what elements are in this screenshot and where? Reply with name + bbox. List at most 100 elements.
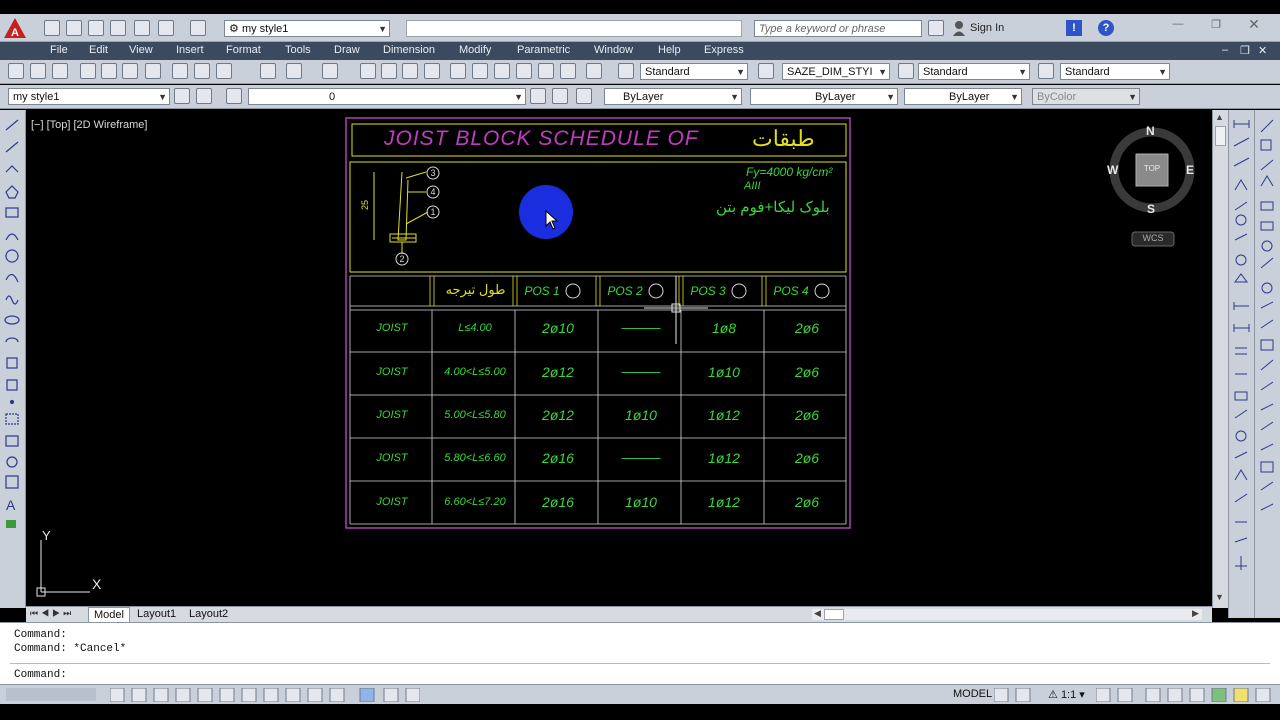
- horizontal-scrollbar[interactable]: ◀ ▶: [812, 608, 1202, 620]
- 3d-dwf-icon[interactable]: [145, 63, 161, 79]
- viewcube-north[interactable]: N: [1146, 124, 1155, 138]
- vertical-scrollbar[interactable]: ▲ ▼: [1212, 110, 1228, 608]
- cut-icon[interactable]: [172, 63, 188, 79]
- doc-restore-icon[interactable]: ❐: [1240, 44, 1250, 57]
- wcs-menu[interactable]: WCS: [1132, 233, 1174, 243]
- hscroll-thumb[interactable]: [824, 609, 844, 620]
- save-icon[interactable]: [88, 20, 104, 36]
- modify-tools-icons[interactable]: [1255, 110, 1280, 618]
- app-logo-icon[interactable]: A: [2, 16, 28, 40]
- exchange-icon[interactable]: !: [1066, 20, 1082, 36]
- menu-express[interactable]: Express: [704, 44, 744, 56]
- tab-nav-icons[interactable]: ⏮◀▶⏭: [30, 608, 74, 619]
- workspace-save-icon[interactable]: [196, 88, 212, 104]
- menu-modify[interactable]: Modify: [459, 44, 491, 56]
- match-properties-icon[interactable]: [260, 63, 276, 79]
- properties-icon[interactable]: [450, 63, 466, 79]
- saveas-icon[interactable]: [110, 20, 126, 36]
- doc-close-icon[interactable]: ✕: [1258, 44, 1267, 57]
- viewport-label[interactable]: [−] [Top] [2D Wireframe]: [31, 119, 147, 131]
- scroll-thumb[interactable]: [1215, 126, 1226, 146]
- viewcube[interactable]: [1106, 120, 1196, 250]
- menu-draw[interactable]: Draw: [334, 44, 360, 56]
- zoom-window-icon[interactable]: [402, 63, 418, 79]
- modify-toolbar[interactable]: [1254, 110, 1280, 618]
- draw-tools-icons[interactable]: A: [0, 110, 26, 608]
- menu-format[interactable]: Format: [226, 44, 261, 56]
- qopen-icon[interactable]: [30, 63, 46, 79]
- restore-icon[interactable]: ❐: [1206, 18, 1226, 34]
- scroll-left-icon[interactable]: ◀: [814, 608, 821, 619]
- workspace-tb-combo[interactable]: my style1 ▼: [8, 88, 170, 105]
- sheet-set-icon[interactable]: [516, 63, 532, 79]
- help-tb-icon[interactable]: [586, 63, 602, 79]
- drafting-toggles[interactable]: [109, 687, 421, 703]
- model-space-button[interactable]: MODEL: [953, 688, 992, 700]
- undo-tb-icon[interactable]: [286, 63, 302, 79]
- minimize-icon[interactable]: —: [1168, 18, 1188, 34]
- layer-states-icon[interactable]: [576, 88, 592, 104]
- dim-style-icon[interactable]: [758, 63, 774, 79]
- sign-in-link[interactable]: Sign In: [970, 22, 1004, 34]
- make-current-icon[interactable]: [530, 88, 546, 104]
- redo-tb-icon[interactable]: [322, 63, 338, 79]
- table-style-combo[interactable]: Standard ▼: [918, 63, 1030, 80]
- mleader-style-icon[interactable]: [1038, 63, 1054, 79]
- status-icons-right[interactable]: [993, 687, 1034, 703]
- command-prompt[interactable]: Command:: [14, 669, 67, 681]
- paste-icon[interactable]: [216, 63, 232, 79]
- lineweight-combo[interactable]: ByLayer ▼: [904, 88, 1022, 105]
- menu-dimension[interactable]: Dimension: [383, 44, 435, 56]
- tab-model[interactable]: Model: [88, 607, 130, 623]
- text-style-icon[interactable]: [618, 63, 634, 79]
- search-input[interactable]: Type a keyword or phrase: [754, 20, 922, 37]
- help-icon[interactable]: ?: [1098, 20, 1114, 36]
- menu-edit[interactable]: Edit: [89, 44, 108, 56]
- plot-icon[interactable]: [80, 63, 96, 79]
- menu-insert[interactable]: Insert: [176, 44, 204, 56]
- scroll-up-icon[interactable]: ▲: [1215, 112, 1224, 122]
- color-combo[interactable]: ByLayer ▼: [604, 88, 742, 105]
- redo-icon[interactable]: [190, 20, 206, 36]
- scroll-right-icon[interactable]: ▶: [1192, 608, 1199, 619]
- annotation-scale[interactable]: ⚠ 1:1 ▾: [1048, 688, 1085, 701]
- quickcalc-icon[interactable]: [560, 63, 576, 79]
- menu-file[interactable]: File: [50, 44, 68, 56]
- drawing-canvas[interactable]: [−] [Top] [2D Wireframe] 3 4 1 2 25 JOIS…: [26, 110, 1212, 608]
- open-icon[interactable]: [66, 20, 82, 36]
- qnew-icon[interactable]: [8, 63, 24, 79]
- zoom-previous-icon[interactable]: [424, 63, 440, 79]
- command-window[interactable]: Command: Command: *Cancel* Command:: [0, 622, 1280, 684]
- viewcube-west[interactable]: W: [1107, 163, 1118, 177]
- workspace-combo[interactable]: ⚙ my style1 ▼: [224, 20, 390, 37]
- menu-tools[interactable]: Tools: [285, 44, 311, 56]
- viewcube-south[interactable]: S: [1147, 202, 1155, 216]
- copy-icon[interactable]: [194, 63, 210, 79]
- zoom-realtime-icon[interactable]: [381, 63, 397, 79]
- viewcube-top[interactable]: TOP: [1140, 164, 1164, 173]
- binoculars-icon[interactable]: [928, 20, 944, 36]
- publish-icon[interactable]: [122, 63, 138, 79]
- mleader-style-combo[interactable]: Standard ▼: [1060, 63, 1170, 80]
- dimension-tools-icons[interactable]: [1229, 110, 1254, 618]
- menu-window[interactable]: Window: [594, 44, 633, 56]
- dim-style-combo[interactable]: SAZE_DIM_STYI ▼: [782, 63, 890, 80]
- scroll-down-icon[interactable]: ▼: [1215, 592, 1224, 602]
- markup-icon[interactable]: [538, 63, 554, 79]
- table-style-icon[interactable]: [898, 63, 914, 79]
- linetype-combo[interactable]: ByLayer ▼: [750, 88, 898, 105]
- qsave-icon[interactable]: [52, 63, 68, 79]
- tab-layout1[interactable]: Layout1: [132, 607, 181, 621]
- print-icon[interactable]: [134, 20, 150, 36]
- text-style-combo[interactable]: Standard ▼: [640, 63, 748, 80]
- menu-help[interactable]: Help: [658, 44, 681, 56]
- menu-view[interactable]: View: [129, 44, 153, 56]
- new-icon[interactable]: [44, 20, 60, 36]
- doc-minimize-icon[interactable]: –: [1222, 44, 1228, 56]
- close-icon[interactable]: ✕: [1244, 16, 1264, 32]
- pan-icon[interactable]: [360, 63, 376, 79]
- layer-previous-icon[interactable]: [552, 88, 568, 104]
- menu-parametric[interactable]: Parametric: [517, 44, 570, 56]
- tool-palettes-icon[interactable]: [494, 63, 510, 79]
- status-tray-icons[interactable]: [1095, 687, 1276, 703]
